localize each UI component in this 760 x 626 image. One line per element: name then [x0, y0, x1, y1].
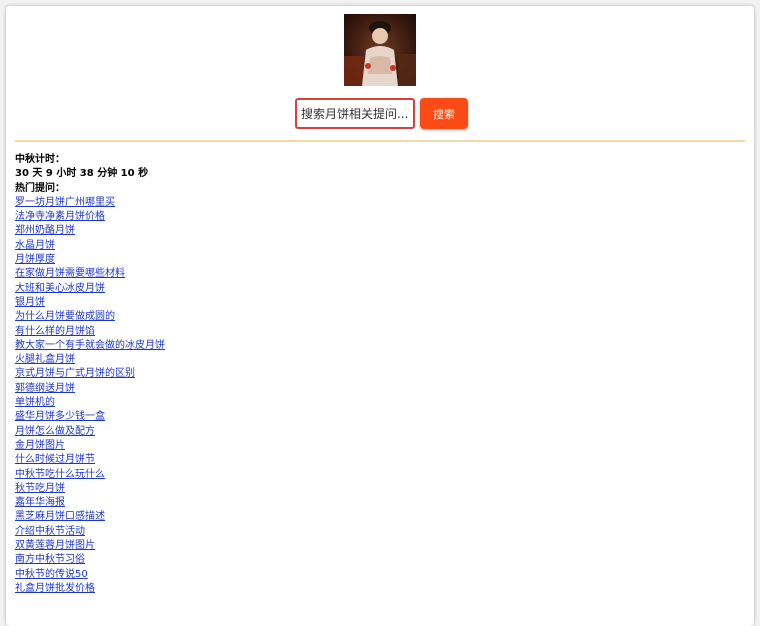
divider: [15, 140, 745, 142]
hot-questions-label: 热门提问：: [15, 182, 65, 194]
question-link[interactable]: 罗一坊月饼广州哪里买: [15, 196, 735, 210]
question-link[interactable]: 金月饼图片: [15, 439, 735, 453]
main-card: 搜索 中秋计时： 30 天 9 小时 38 分钟 10 秒 热门提问： 罗一坊月…: [6, 6, 754, 626]
question-link[interactable]: 教大家一个有手就会做的冰皮月饼: [15, 339, 735, 353]
search-button[interactable]: 搜索: [420, 98, 468, 129]
countdown-value: 30 天 9 小时 38 分钟 10 秒: [15, 168, 149, 180]
question-link[interactable]: 在家做月饼需要哪些材料: [15, 267, 735, 281]
content: 中秋计时： 30 天 9 小时 38 分钟 10 秒 热门提问： 罗一坊月饼广州…: [15, 153, 735, 596]
question-link[interactable]: 水晶月饼: [15, 239, 735, 253]
hot-questions-list: 罗一坊月饼广州哪里买 法净寺净素月饼价格 郑州奶酪月饼 水晶月饼 月饼厚度 在家做月饼需要…: [15, 196, 735, 596]
question-link[interactable]: 黑芝麻月饼口感描述: [15, 510, 735, 524]
avatar-image: [344, 14, 416, 86]
countdown-label: 中秋计时：: [15, 154, 65, 165]
question-link[interactable]: 月饼怎么做及配方: [15, 425, 735, 439]
question-link[interactable]: 大班和美心冰皮月饼: [15, 282, 735, 296]
question-link[interactable]: 双黄莲蓉月饼图片: [15, 539, 735, 553]
question-link[interactable]: 礼盒月饼批发价格: [15, 582, 735, 596]
question-link[interactable]: 月饼厚度: [15, 253, 735, 267]
question-link[interactable]: 郭德纲送月饼: [15, 382, 735, 396]
question-link[interactable]: 中秋节的传说50: [15, 568, 735, 582]
question-link[interactable]: 有什么样的月饼馅: [15, 325, 735, 339]
question-link[interactable]: 嘉年华海报: [15, 496, 735, 510]
question-link[interactable]: 秋节吃月饼: [15, 482, 735, 496]
question-link[interactable]: 介绍中秋节活动: [15, 525, 735, 539]
question-link[interactable]: 单饼机的: [15, 396, 735, 410]
question-link[interactable]: 什么时候过月饼节: [15, 453, 735, 467]
question-link[interactable]: 火腿礼盒月饼: [15, 353, 735, 367]
search-input[interactable]: [295, 98, 415, 129]
question-link[interactable]: 为什么月饼要做成圆的: [15, 310, 735, 324]
question-link[interactable]: 中秋节吃什么玩什么: [15, 468, 735, 482]
question-link[interactable]: 京式月饼与广式月饼的区别: [15, 367, 735, 381]
question-link[interactable]: 盛华月饼多少钱一盒: [15, 410, 735, 424]
question-link[interactable]: 法净寺净素月饼价格: [15, 210, 735, 224]
question-link[interactable]: 郑州奶酪月饼: [15, 224, 735, 238]
question-link[interactable]: 银月饼: [15, 296, 735, 310]
question-link[interactable]: 南方中秋节习俗: [15, 553, 735, 567]
avatar: [344, 14, 416, 86]
